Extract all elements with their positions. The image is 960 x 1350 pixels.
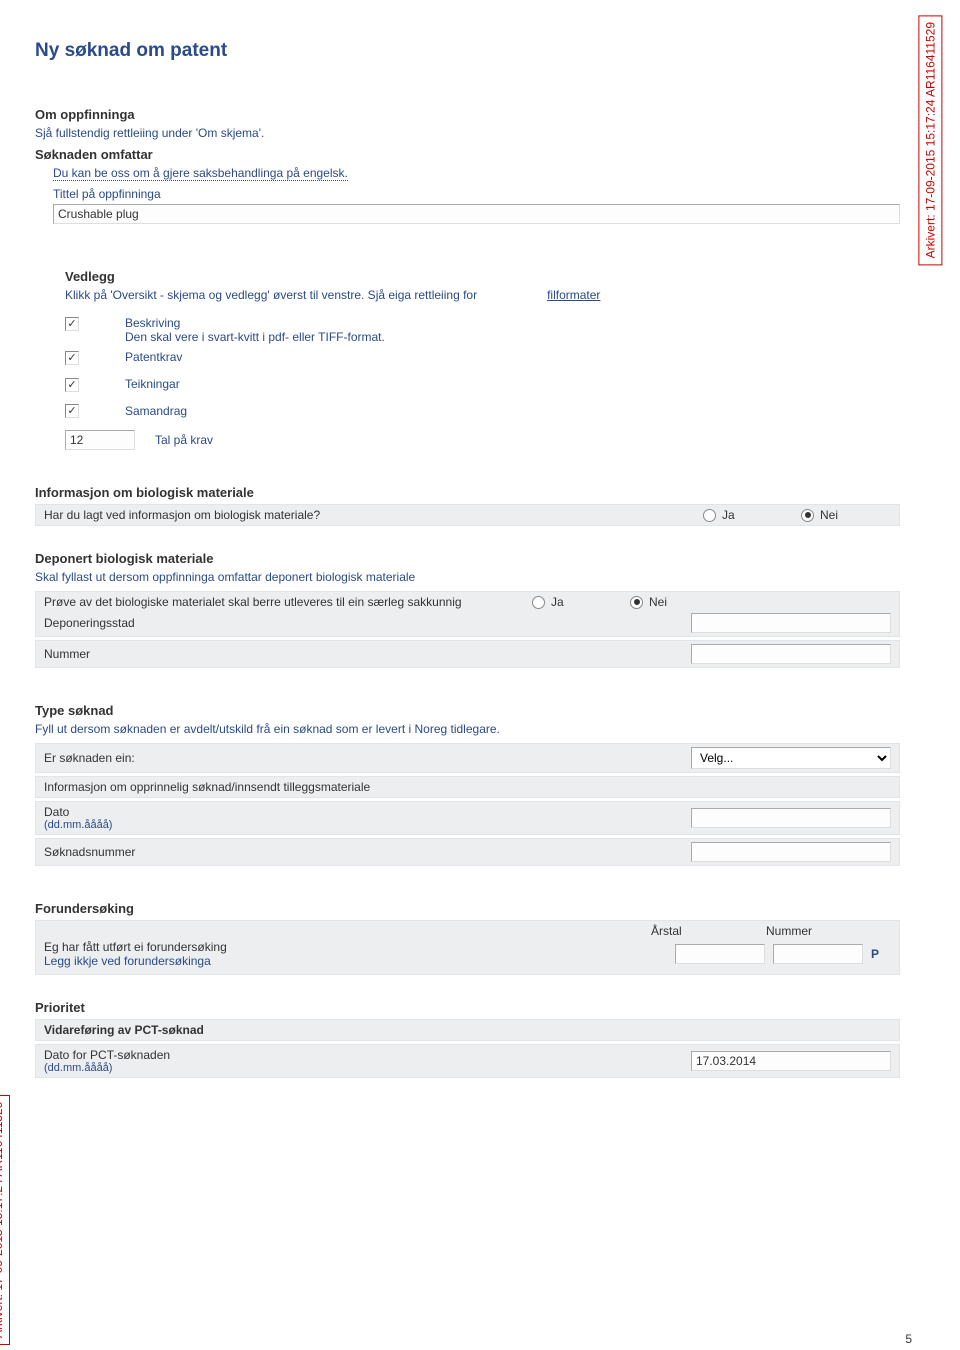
vedlegg-section: Vedlegg Klikk på 'Oversikt - skjema og v… (65, 269, 900, 450)
vedlegg-label: Patentkrav (125, 350, 182, 364)
deponert-ja-radio[interactable] (532, 596, 545, 609)
biomat-ja-radio[interactable] (703, 509, 716, 522)
deponert-nei-radio[interactable] (630, 596, 643, 609)
dato-label: Dato (44, 805, 683, 819)
deponert-note: Skal fyllast ut dersom oppfinninga omfat… (35, 570, 900, 584)
er-soknaden-row: Er søknaden ein: Velg... (35, 743, 900, 773)
page-number: 5 (905, 1332, 912, 1346)
deponert-nummer-label: Nummer (44, 647, 683, 661)
vedlegg-intro: Klikk på 'Oversikt - skjema og vedlegg' … (65, 288, 477, 302)
vedlegg-sub: Den skal vere i svart-kvitt i pdf- eller… (125, 330, 385, 344)
prioritet-heading: Prioritet (35, 1000, 900, 1015)
soknadsnummer-row: Søknadsnummer (35, 838, 900, 866)
tittel-input[interactable] (53, 204, 900, 224)
soknaden-omfattar-section: Søknaden omfattar Du kan be oss om å gje… (35, 147, 900, 180)
dato-input[interactable] (691, 808, 891, 828)
vedlegg-row-krav: Tal på krav (65, 430, 900, 450)
biomat-question: Har du lagt ved informasjon om biologisk… (44, 508, 695, 522)
om-oppfinninga-heading: Om oppfinninga (35, 107, 900, 122)
soknadsnummer-input[interactable] (691, 842, 891, 862)
biomat-nei-label: Nei (820, 508, 838, 522)
soknadsnummer-label: Søknadsnummer (44, 845, 683, 859)
vedlegg-row-patentkrav: ✓ Patentkrav (65, 350, 900, 365)
deponert-nei-label: Nei (649, 595, 667, 609)
soknaden-omfattar-note-text: Du kan be oss om å gjere saksbehandlinga… (53, 166, 348, 181)
archive-stamp-bottom: Arkivert: 17-09-2015 15:17:24 AR11641152… (0, 1095, 10, 1345)
soknaden-omfattar-note: Du kan be oss om å gjere saksbehandlinga… (35, 166, 900, 180)
deponert-nummer-row: Nummer (35, 640, 900, 668)
biomat-heading: Informasjon om biologisk materiale (35, 485, 900, 500)
biomat-ja-label: Ja (722, 508, 735, 522)
form-body: Ny søknad om patent Om oppfinninga Sjå f… (0, 0, 960, 1078)
vedlegg-row-samandrag: ✓ Samandrag (65, 404, 900, 419)
type-soknad-heading: Type søknad (35, 703, 900, 718)
pct-dato-row: Dato for PCT-søknaden (dd.mm.åååå) (35, 1044, 900, 1078)
arstal-header: Årstal (651, 924, 746, 938)
nummer-input[interactable] (773, 944, 863, 964)
filformater-link[interactable]: filformater (547, 288, 600, 302)
forundersoking-section: Forundersøking Årstal Nummer Eg har fått… (35, 901, 900, 975)
deponert-heading: Deponert biologisk materiale (35, 551, 900, 566)
deponeringsstad-label: Deponeringsstad (44, 616, 683, 630)
checkbox-patentkrav[interactable]: ✓ (65, 351, 79, 365)
type-soknad-section: Type søknad Fyll ut dersom søknaden er a… (35, 703, 900, 866)
checkbox-teikningar[interactable]: ✓ (65, 378, 79, 392)
pct-dato-label: Dato for PCT-søknaden (44, 1048, 683, 1062)
opprinnelig-info-row: Informasjon om opprinnelig søknad/innsen… (35, 776, 900, 798)
deponeringsstad-input[interactable] (691, 613, 891, 633)
checkbox-beskriving[interactable]: ✓ (65, 317, 79, 331)
vedlegg-label: Beskriving (125, 316, 385, 330)
arstal-input[interactable] (675, 944, 765, 964)
deponert-question: Prøve av det biologiske materialet skal … (44, 595, 524, 609)
pct-dato-input[interactable] (691, 1051, 891, 1071)
soknaden-omfattar-heading: Søknaden omfattar (35, 147, 900, 162)
tal-pa-krav-label: Tal på krav (155, 430, 213, 447)
vedlegg-heading: Vedlegg (65, 269, 900, 284)
vedlegg-label: Samandrag (125, 404, 187, 418)
forundersoking-note: Legg ikkje ved forundersøkinga (44, 954, 667, 968)
tal-pa-krav-input[interactable] (65, 430, 135, 450)
deponert-panel: Prøve av det biologiske materialet skal … (35, 591, 900, 637)
dato-row: Dato (dd.mm.åååå) (35, 801, 900, 835)
biomat-question-row: Har du lagt ved informasjon om biologisk… (35, 504, 900, 526)
dato-hint: (dd.mm.åååå) (44, 819, 683, 831)
biomat-section: Informasjon om biologisk materiale Har d… (35, 485, 900, 526)
p-label: P (871, 947, 891, 961)
vedlegg-label: Teikningar (125, 377, 180, 391)
forundersoking-q: Eg har fått utført ei forundersøking (44, 940, 667, 954)
checkbox-samandrag[interactable]: ✓ (65, 404, 79, 418)
deponert-section: Deponert biologisk materiale Skal fyllas… (35, 551, 900, 668)
forundersoking-heading: Forundersøking (35, 901, 900, 916)
forundersoking-panel: Årstal Nummer Eg har fått utført ei foru… (35, 920, 900, 975)
er-soknaden-label: Er søknaden ein: (44, 751, 683, 765)
biomat-nei-radio[interactable] (801, 509, 814, 522)
om-oppfinninga-note: Sjå fullstendig rettleiing under 'Om skj… (35, 126, 900, 140)
pct-dato-hint: (dd.mm.åååå) (44, 1062, 683, 1074)
type-soknad-note: Fyll ut dersom søknaden er avdelt/utskil… (35, 722, 900, 736)
er-soknaden-select[interactable]: Velg... (691, 747, 891, 769)
pct-heading: Vidareføring av PCT-søknad (35, 1019, 900, 1041)
om-oppfinninga-section: Om oppfinninga Sjå fullstendig rettleiin… (35, 107, 900, 140)
deponert-nummer-input[interactable] (691, 644, 891, 664)
deponert-ja-label: Ja (551, 595, 564, 609)
archive-stamp-top: Arkivert: 17-09-2015 15:17:24 AR11641152… (918, 15, 942, 265)
tittel-label: Tittel på oppfinninga (35, 187, 900, 201)
nummer-header: Nummer (766, 924, 861, 938)
prioritet-section: Prioritet Vidareføring av PCT-søknad Dat… (35, 1000, 900, 1078)
page-title: Ny søknad om patent (35, 40, 900, 62)
vedlegg-row-teikningar: ✓ Teikningar (65, 377, 900, 392)
vedlegg-row-beskriving: ✓ Beskriving Den skal vere i svart-kvitt… (65, 316, 900, 344)
